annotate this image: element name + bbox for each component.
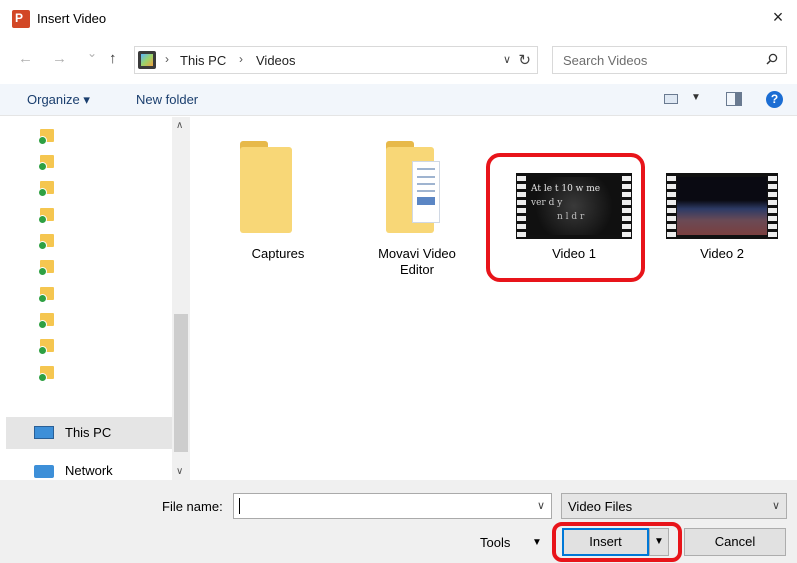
breadcrumb-separator: › [165, 52, 169, 66]
synced-folder-icon[interactable] [38, 127, 54, 145]
synced-folder-icon[interactable] [38, 285, 54, 303]
nav-item-this-pc[interactable]: This PC [6, 417, 172, 449]
command-toolbar: Organize ▾ New folder ▼ ? [0, 84, 797, 116]
breadcrumb-separator: › [239, 52, 243, 66]
file-name-label: Video 2 [700, 246, 744, 261]
sync-check-icon [38, 294, 47, 303]
navigation-bar: ← → ⌄ ↑ › This PC › Videos ∨ ↻ Search Vi… [0, 42, 797, 78]
sync-check-icon [38, 162, 47, 171]
file-type-value: Video Files [568, 499, 633, 514]
back-arrow-icon[interactable]: ← [18, 50, 33, 67]
sync-check-icon [38, 241, 47, 250]
file-type-dropdown-icon[interactable]: ∨ [772, 499, 780, 512]
videos-library-icon [138, 51, 156, 69]
file-type-select[interactable]: Video Files ∨ [561, 493, 787, 519]
file-name-label: File name: [162, 499, 223, 514]
file-name-label: Movavi Video Editor [378, 246, 456, 277]
synced-folder-icon[interactable] [38, 232, 54, 250]
address-history-chevron-icon[interactable]: ∨ [503, 53, 511, 66]
network-icon [34, 465, 54, 478]
file-name-dropdown-icon[interactable]: ∨ [537, 499, 545, 512]
sync-check-icon [38, 373, 47, 382]
new-folder-button[interactable]: New folder [136, 92, 198, 107]
navpane-scrollbar[interactable]: ∧ ∨ [172, 117, 190, 480]
scrollbar-thumb[interactable] [174, 314, 188, 452]
nav-item-label: This PC [65, 425, 112, 440]
sync-check-icon [38, 267, 47, 276]
tools-button[interactable]: Tools [480, 535, 510, 550]
sync-check-icon [38, 215, 47, 224]
forward-arrow-icon[interactable]: → [52, 50, 67, 67]
scroll-up-icon[interactable]: ∧ [176, 120, 183, 131]
file-name-input[interactable]: ∨ [233, 493, 552, 519]
powerpoint-icon [12, 10, 30, 28]
address-bar[interactable]: › This PC › Videos ∨ ↻ [134, 46, 538, 74]
computer-icon [34, 426, 54, 439]
preview-pane-icon[interactable] [726, 92, 742, 106]
up-arrow-icon[interactable]: ↑ [109, 50, 117, 67]
file-item-movavi-video-editor[interactable]: Movavi Video Editor [362, 137, 472, 287]
window-title: Insert Video [37, 11, 107, 26]
cancel-button[interactable]: Cancel [684, 528, 786, 556]
tools-dropdown-icon[interactable]: ▼ [532, 537, 542, 548]
help-icon[interactable]: ? [766, 91, 783, 108]
synced-folder-icon[interactable] [38, 179, 54, 197]
search-placeholder: Search Videos [563, 53, 648, 68]
refresh-icon[interactable]: ↻ [518, 51, 531, 69]
sync-check-icon [38, 320, 47, 329]
file-list: Captures Movavi Video Editor At le t 10 … [190, 117, 797, 480]
view-options-dropdown-icon[interactable]: ▼ [691, 92, 701, 103]
sync-check-icon [38, 188, 47, 197]
file-name-label: Captures [251, 246, 305, 261]
highlight-annotation [486, 153, 645, 282]
dialog-footer: File name: ∨ Video Files ∨ Tools ▼ Inser… [0, 480, 797, 563]
title-bar: Insert Video × [0, 0, 797, 38]
organize-button[interactable]: Organize ▾ [27, 92, 90, 108]
recent-locations-icon[interactable]: ⌄ [87, 46, 97, 60]
file-item-video-2[interactable]: Video 2 [664, 153, 784, 283]
scroll-down-icon[interactable]: ∨ [176, 466, 183, 477]
synced-folder-icon[interactable] [38, 153, 54, 171]
synced-folder-icon[interactable] [38, 206, 54, 224]
video-thumbnail-icon [666, 173, 778, 239]
text-caret [239, 498, 240, 514]
synced-folder-icon[interactable] [38, 337, 54, 355]
search-icon[interactable] [766, 53, 778, 65]
highlight-annotation [552, 522, 682, 562]
synced-folder-icon[interactable] [38, 258, 54, 276]
sync-check-icon [38, 136, 47, 145]
close-icon[interactable]: × [767, 6, 789, 28]
navigation-pane: This PC Network ∧ ∨ [0, 117, 190, 480]
file-item-captures[interactable]: Captures [228, 137, 328, 287]
sync-check-icon [38, 346, 47, 355]
breadcrumb-this-pc[interactable]: This PC [180, 53, 226, 68]
nav-item-label: Network [65, 463, 113, 478]
synced-folder-icon[interactable] [38, 364, 54, 382]
breadcrumb-videos[interactable]: Videos [256, 53, 296, 68]
synced-folder-icon[interactable] [38, 311, 54, 329]
change-view-icon[interactable] [664, 94, 678, 104]
search-input[interactable]: Search Videos [552, 46, 787, 74]
